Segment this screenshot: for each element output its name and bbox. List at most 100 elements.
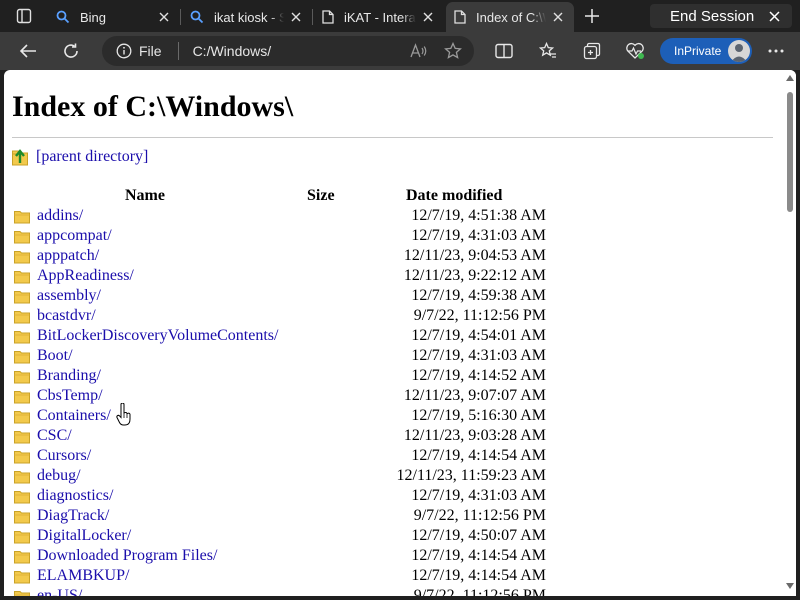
tab-strip: Bing ikat kiosk - Search iKAT - Interact… [0,0,800,32]
tab-ikat-interactive[interactable]: iKAT - Interactive [314,2,444,32]
folder-icon [14,331,30,344]
folder-link[interactable]: DigitalLocker/ [37,527,131,545]
folder-icon [14,231,30,244]
scroll-down-button[interactable] [786,582,794,590]
collections-icon [583,42,601,60]
site-info-icon[interactable] [116,43,132,59]
browser-toolbar: File C:/Windows/ InPrivate [0,32,800,70]
address-divider [177,42,179,60]
url-text[interactable]: C:/Windows/ [193,43,406,59]
table-row: addins/12/7/19, 4:51:38 AM [12,206,552,226]
close-tab-button[interactable] [550,9,566,25]
tab-ikat-kiosk-search[interactable]: ikat kiosk - Search [182,2,312,32]
folder-link[interactable]: ELAMBKUP/ [37,567,129,585]
folder-icon [14,291,30,304]
folder-link[interactable]: DiagTrack/ [37,507,109,525]
column-header-date-modified[interactable]: Date modified [406,187,502,205]
table-row: Containers/12/7/19, 5:16:30 AM [12,406,552,426]
close-tab-button[interactable] [420,9,436,25]
folder-link[interactable]: AppReadiness/ [37,267,134,285]
hand-cursor-icon [116,403,131,426]
tab-divider [180,9,181,25]
date-modified-cell: 9/7/22, 11:12:56 PM [413,587,546,596]
folder-link[interactable]: en-US/ [37,587,82,596]
table-row: ELAMBKUP/12/7/19, 4:14:54 AM [12,566,552,586]
folder-link[interactable]: CbsTemp/ [37,387,103,405]
table-row: DigitalLocker/12/7/19, 4:50:07 AM [12,526,552,546]
folder-icon [14,431,30,444]
avatar [728,40,750,62]
folder-link[interactable]: apppatch/ [37,247,99,265]
date-modified-cell: 12/7/19, 4:59:38 AM [411,287,546,304]
favorite-button[interactable] [440,38,466,64]
folder-link[interactable]: CSC/ [37,427,72,445]
new-tab-button[interactable] [580,4,604,28]
collections-button[interactable] [578,37,606,65]
scroll-up-button[interactable] [786,74,794,82]
folder-link[interactable]: addins/ [37,207,83,225]
folder-link[interactable]: debug/ [37,467,81,485]
scrollbar-thumb[interactable] [787,92,793,212]
folder-icon [14,411,30,424]
folder-link[interactable]: Downloaded Program Files/ [37,547,217,565]
column-header-size[interactable]: Size [307,187,335,205]
folder-link[interactable]: assembly/ [37,287,101,305]
tab-title: iKAT - Interactive [344,9,416,25]
refresh-icon [64,43,78,58]
close-tab-button[interactable] [156,9,172,25]
plus-icon [585,9,599,23]
folder-icon [14,391,30,404]
page-content: Index of C:\Windows\ [parent directory] … [4,70,796,596]
date-modified-cell: 12/7/19, 4:50:07 AM [411,527,546,544]
tab-actions-button[interactable] [8,4,40,28]
column-header-name[interactable]: Name [125,187,165,205]
tab-bing[interactable]: Bing [48,2,180,32]
folder-icon [14,211,30,224]
folder-icon [14,471,30,484]
date-modified-cell: 12/7/19, 4:31:03 AM [411,487,546,504]
tab-index-of-windows[interactable]: Index of C:\Windows\ [446,2,574,32]
settings-and-more-button[interactable] [762,37,790,65]
folder-icon [14,531,30,544]
favorites-button[interactable] [534,37,562,65]
folder-icon [14,551,30,564]
date-modified-cell: 12/11/23, 11:59:23 AM [396,467,547,484]
folder-link[interactable]: Boot/ [37,347,73,365]
folder-link[interactable]: bcastdvr/ [37,307,96,325]
inprivate-button[interactable]: InPrivate [660,38,752,64]
date-modified-cell: 12/7/19, 4:14:52 AM [411,367,546,384]
end-session-button[interactable]: End Session [650,4,792,28]
close-icon [159,12,169,22]
read-aloud-button[interactable] [406,38,432,64]
folder-icon [14,371,30,384]
vertical-scrollbar[interactable] [784,70,796,596]
date-modified-cell: 9/7/22, 11:12:56 PM [413,507,546,524]
table-row: appcompat/12/7/19, 4:31:03 AM [12,226,552,246]
refresh-button[interactable] [57,37,85,65]
date-modified-cell: 12/7/19, 4:14:54 AM [411,547,546,564]
date-modified-cell: 9/7/22, 11:12:56 PM [413,307,546,324]
folder-link[interactable]: BitLockerDiscoveryVolumeContents/ [37,327,278,345]
folder-link[interactable]: appcompat/ [37,227,112,245]
date-modified-cell: 12/7/19, 4:54:01 AM [411,327,546,344]
folder-link[interactable]: diagnostics/ [37,487,113,505]
folder-icon [14,351,30,364]
folder-link[interactable]: Branding/ [37,367,101,385]
search-icon [190,10,204,24]
address-bar[interactable]: File C:/Windows/ [102,36,474,66]
back-button[interactable] [14,37,42,65]
table-row: Branding/12/7/19, 4:14:52 AM [12,366,552,386]
parent-directory-link[interactable]: [parent directory] [36,148,148,166]
browser-essentials-button[interactable] [621,37,649,65]
date-modified-cell: 12/7/19, 4:31:03 AM [411,227,546,244]
tab-actions-icon [16,8,32,24]
folder-link[interactable]: Containers/ [37,407,111,425]
table-row: en-US/9/7/22, 11:12:56 PM [12,586,552,596]
close-tab-button[interactable] [288,9,304,25]
table-row: CSC/12/11/23, 9:03:28 AM [12,426,552,446]
folder-icon [14,311,30,324]
folder-link[interactable]: Cursors/ [37,447,91,465]
split-screen-button[interactable] [490,37,518,65]
back-arrow-icon [19,44,36,58]
folder-icon [14,571,30,584]
